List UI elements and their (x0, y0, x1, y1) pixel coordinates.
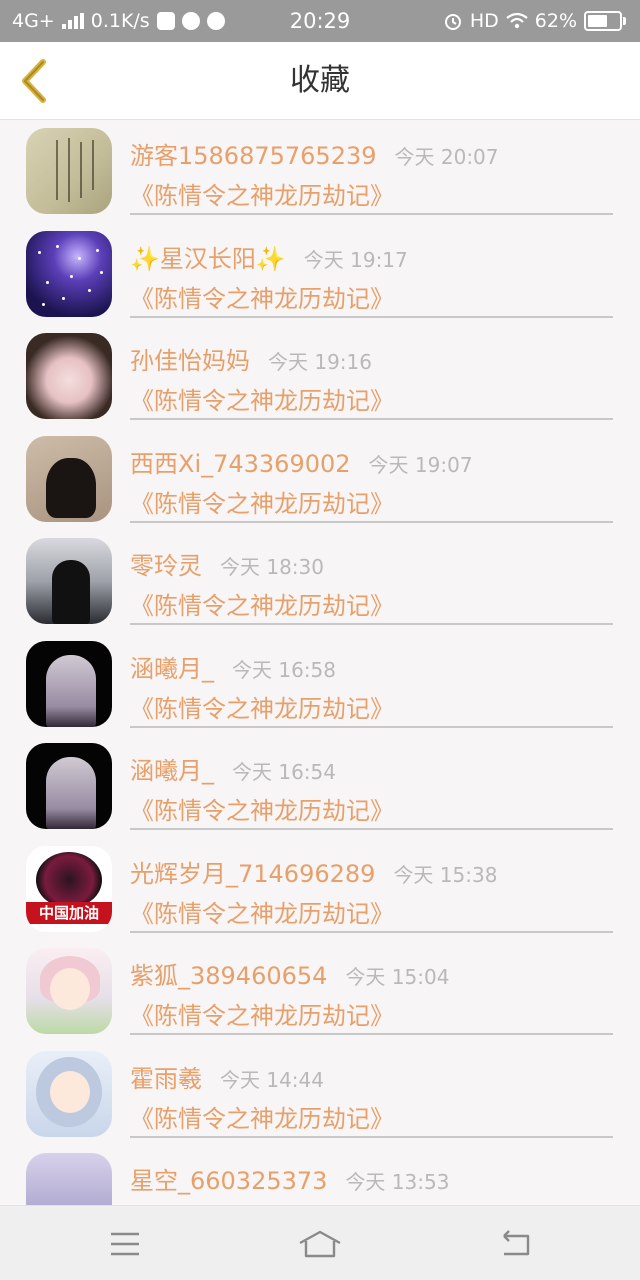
user-name[interactable]: 霍雨羲 (130, 1059, 202, 1094)
battery-icon (584, 11, 626, 31)
avatar[interactable] (26, 743, 112, 829)
wechat-icon (206, 12, 225, 30)
avatar[interactable] (26, 333, 112, 419)
avatar[interactable] (26, 640, 112, 727)
menu-icon (111, 1232, 139, 1256)
list-item-content: 孙佳怡妈妈 今天 19:16 《陈情令之神龙历劫记》 (130, 325, 613, 420)
user-name[interactable]: 光辉岁月_714696289 (130, 854, 375, 889)
home-icon (299, 1230, 341, 1258)
timestamp: 今天 15:38 (393, 862, 498, 887)
avatar[interactable]: 中国加油 (26, 845, 112, 932)
book-title[interactable]: 《陈情令之神龙历劫记》 (130, 996, 394, 1031)
book-title[interactable]: 《陈情令之神龙历劫记》 (130, 1099, 394, 1134)
timestamp: 今天 14:44 (220, 1067, 324, 1092)
book-title[interactable]: 《陈情令之神龙历劫记》 (130, 894, 394, 929)
cloud-icon (181, 12, 200, 30)
list-item[interactable]: 霍雨羲 今天 14:44 《陈情令之神龙历劫记》 (0, 1043, 640, 1146)
favorites-list: 游客1586875765239 今天 20:07 《陈情令之神龙历劫记》 ✨星汉长阳✨… (0, 120, 640, 1205)
user-name[interactable]: ✨星汉长阳✨ (130, 239, 286, 274)
page-title: 收藏 (290, 63, 350, 98)
hd-label: HD (469, 10, 499, 32)
timestamp: 今天 19:07 (368, 452, 473, 477)
list-item[interactable]: 星空_660325373今天 13:53《陈情令之神龙历劫记》 (0, 1145, 640, 1205)
timestamp: 今天 16:54 (232, 760, 336, 784)
book-title[interactable]: 《陈情令之神龙历劫记》 (130, 176, 394, 211)
book-title[interactable]: 《陈情令之神龙历劫记》 (130, 279, 394, 314)
user-name[interactable]: 涵曦月_ (130, 649, 214, 684)
app-notification-icon (156, 12, 175, 30)
user-name[interactable]: 游客1586875765239 (130, 136, 377, 171)
alarm-icon (444, 14, 461, 30)
list-item[interactable]: 紫狐_389460654 今天 15:04 《陈情令之神龙历劫记》 (0, 940, 640, 1043)
book-title[interactable]: 《陈情令之神龙历劫记》 (130, 381, 394, 416)
timestamp: 今天 19:16 (268, 350, 372, 374)
list-item-content: 星空_660325373今天 13:53《陈情令之神龙历劫记》 (130, 1145, 613, 1205)
user-name[interactable]: 涵曦月_ (130, 751, 214, 786)
list-item[interactable]: 游客1586875765239 今天 20:07 《陈情令之神龙历劫记》 (0, 120, 640, 223)
list-item-content: 霍雨羲 今天 14:44 《陈情令之神龙历劫记》 (130, 1043, 613, 1138)
list-item-content: 西西Xi_743369002 今天 19:07 《陈情令之神龙历劫记》 (130, 428, 613, 523)
list-item[interactable]: 中国加油 光辉岁月_714696289 今天 15:38 《陈情令之神龙历劫记》 (0, 838, 640, 941)
user-name[interactable]: 孙佳怡妈妈 (130, 341, 250, 376)
user-name[interactable]: 零玲灵 (130, 546, 202, 581)
list-item-content: 涵曦月_ 今天 16:58 《陈情令之神龙历劫记》 (130, 633, 613, 728)
user-name[interactable]: 紫狐_389460654 (130, 956, 327, 991)
signal-icon (61, 13, 84, 29)
status-bar: 4G+ 0.1K/s 20:29 HD 62% (0, 0, 640, 42)
timestamp: 今天 15:04 (345, 965, 450, 989)
avatar[interactable] (26, 435, 112, 522)
avatar-caption: 中国加油 (26, 901, 112, 924)
menu-button[interactable] (100, 1222, 150, 1266)
timestamp: 今天 16:58 (232, 657, 336, 682)
book-title[interactable]: 《陈情令之神龙历劫记》 (130, 484, 394, 519)
home-button[interactable] (295, 1222, 345, 1266)
wifi-icon (506, 12, 528, 29)
timestamp: 今天 18:30 (220, 555, 324, 579)
list-item[interactable]: 零玲灵 今天 18:30 《陈情令之神龙历劫记》 (0, 530, 640, 633)
list-item[interactable]: 西西Xi_743369002 今天 19:07 《陈情令之神龙历劫记》 (0, 428, 640, 531)
book-title[interactable]: 《陈情令之神龙历劫记》 (130, 586, 394, 621)
avatar[interactable] (26, 128, 112, 214)
user-name[interactable]: 星空_660325373 (130, 1161, 327, 1196)
list-item-content: ✨星汉长阳✨ 今天 19:17 《陈情令之神龙历劫记》 (130, 223, 613, 318)
list-item[interactable]: ✨星汉长阳✨ 今天 19:17 《陈情令之神龙历劫记》 (0, 223, 640, 326)
list-item-content: 紫狐_389460654 今天 15:04 《陈情令之神龙历劫记》 (130, 940, 613, 1035)
timestamp: 今天 20:07 (394, 145, 499, 169)
timestamp: 今天 13:53 (345, 1170, 450, 1194)
list-item-content: 涵曦月_ 今天 16:54 《陈情令之神龙历劫记》 (130, 735, 613, 830)
avatar[interactable] (26, 1050, 112, 1137)
timestamp: 今天 19:17 (303, 247, 408, 272)
book-title[interactable]: 《陈情令之神龙历劫记》 (130, 791, 394, 826)
return-icon (503, 1230, 530, 1256)
list-item-content: 游客1586875765239 今天 20:07 《陈情令之神龙历劫记》 (130, 120, 613, 215)
network-speed: 0.1K/s (90, 10, 150, 32)
system-nav-bar (0, 1205, 640, 1280)
book-title[interactable]: 《陈情令之神龙历劫记》 (130, 689, 394, 724)
return-button[interactable] (490, 1222, 540, 1266)
list-item-content: 光辉岁月_714696289 今天 15:38 《陈情令之神龙历劫记》 (130, 838, 613, 933)
list-item-content: 零玲灵 今天 18:30 《陈情令之神龙历劫记》 (130, 530, 613, 625)
avatar[interactable] (26, 1153, 112, 1205)
list-item[interactable]: 孙佳怡妈妈 今天 19:16 《陈情令之神龙历劫记》 (0, 325, 640, 428)
avatar[interactable] (26, 230, 112, 317)
list-item[interactable]: 涵曦月_ 今天 16:58 《陈情令之神龙历劫记》 (0, 633, 640, 736)
header: 收藏 (0, 42, 640, 120)
network-type: 4G+ (12, 10, 55, 32)
avatar[interactable] (26, 948, 112, 1034)
user-name[interactable]: 西西Xi_743369002 (130, 444, 351, 479)
list-item[interactable]: 涵曦月_ 今天 16:54 《陈情令之神龙历劫记》 (0, 735, 640, 838)
avatar[interactable] (26, 538, 112, 624)
battery-percent: 62% (534, 10, 577, 32)
